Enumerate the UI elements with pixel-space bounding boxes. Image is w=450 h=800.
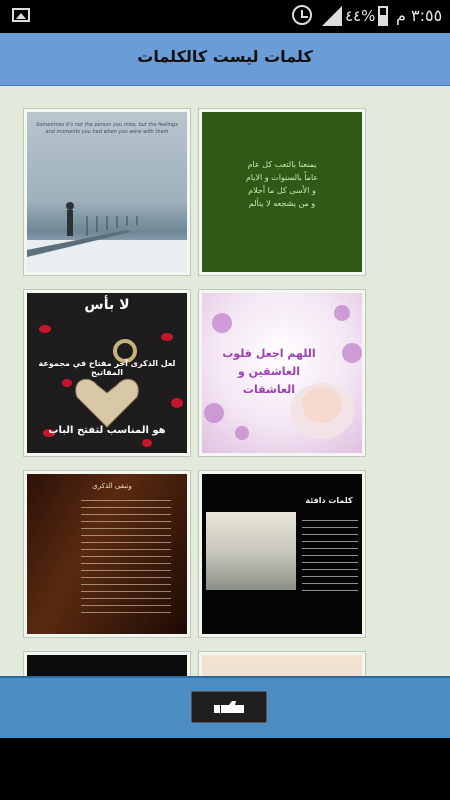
thumb-line: هو المناسب لتفتح الباب <box>48 425 166 436</box>
thumb-caption: Sometimes it's not the person you miss, … <box>36 122 178 135</box>
clock: ٣:٥٥ م <box>396 6 443 25</box>
like-button[interactable] <box>191 691 267 723</box>
thumb-line: اللهم اجعل قلوب <box>222 347 316 360</box>
thumb-line: يمنعنا بالتعب كل عام <box>247 160 317 169</box>
alarm-icon <box>292 5 312 25</box>
tile-black-sea[interactable]: كلمات دافئة <box>198 470 366 638</box>
thumbnail-image: Sometimes it's not the person you miss, … <box>27 112 187 272</box>
signal-icon <box>322 6 342 26</box>
battery-percent: ٤٤% <box>345 7 376 25</box>
thumb-line: و الأسى كل ما أحلام <box>248 186 316 195</box>
thumbnail-image: يمنعنا بالتعب كل عام عاماً بالسنوات و ال… <box>202 112 362 272</box>
thumb-line: لعل الذكرى آخر مفتاح في مجموعة المفاتيح <box>38 359 176 377</box>
thumbnail-image <box>202 655 362 676</box>
tile-snow-pier[interactable]: Sometimes it's not the person you miss, … <box>23 108 191 276</box>
thumb-line: كلمات دافئة <box>305 496 353 505</box>
thumbnail-image: اللهم اجعل قلوب العاشقين و العاشقات <box>202 293 362 453</box>
thumbnail-image: كلمات دافئة <box>202 474 362 634</box>
thumb-line: وتبقى الذكرى <box>92 482 132 490</box>
image-grid: يمنعنا بالتعب كل عام عاماً بالسنوات و ال… <box>0 86 450 676</box>
title-bar: كلمات ليست كالكلمات <box>0 33 450 86</box>
thumbs-up-icon <box>214 701 244 713</box>
bottom-bar <box>0 676 450 738</box>
thumbnail-image: وتبقى الذكرى <box>27 474 187 634</box>
battery-icon <box>378 6 388 26</box>
gallery-icon <box>12 8 30 22</box>
thumb-line: عاماً بالسنوات و الايام <box>245 173 319 182</box>
thumbnail-image <box>27 655 187 676</box>
tile-heart-key[interactable]: لا بأس لعل الذكرى آخر مفتاح في مجموعة ال… <box>23 289 191 457</box>
status-bar: ٤٤% ٣:٥٥ م <box>0 0 450 33</box>
thumb-line: العاشقين و العاشقات <box>237 365 301 396</box>
tile-flowers-dua[interactable]: اللهم اجعل قلوب العاشقين و العاشقات <box>198 289 366 457</box>
tile-partial-left[interactable] <box>23 651 191 676</box>
tile-dark-brown-text[interactable]: وتبقى الذكرى <box>23 470 191 638</box>
tile-green-text[interactable]: يمنعنا بالتعب كل عام عاماً بالسنوات و ال… <box>198 108 366 276</box>
thumb-line: و من يشجعه لا يتألم <box>248 199 316 208</box>
page-title: كلمات ليست كالكلمات <box>137 47 313 66</box>
thumb-line: لا بأس <box>84 297 130 313</box>
tile-partial-right[interactable] <box>198 651 366 676</box>
thumbnail-image: لا بأس لعل الذكرى آخر مفتاح في مجموعة ال… <box>27 293 187 453</box>
navigation-area <box>0 738 450 800</box>
